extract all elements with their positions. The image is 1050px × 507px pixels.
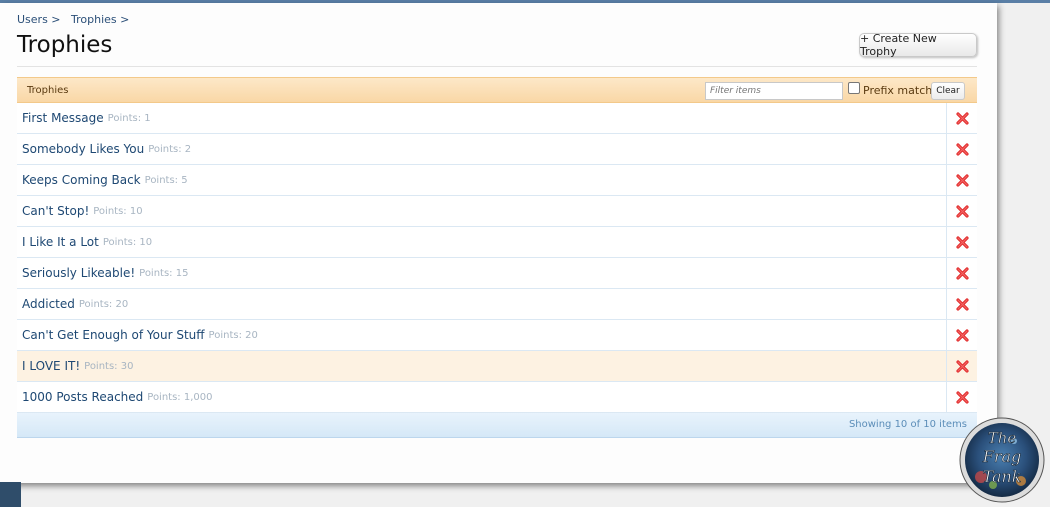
trophy-item[interactable]: 1000 Posts Reached Points: 1,000 [17,382,946,412]
trophy-row: I LOVE IT! Points: 30 [17,351,977,382]
trophy-points: Points: 15 [139,267,189,279]
trophy-item[interactable]: Somebody Likes You Points: 2 [17,134,946,164]
trophy-row: Can't Stop! Points: 10 [17,196,977,227]
trophy-points: Points: 2 [148,143,192,155]
trophy-name-link[interactable]: Can't Get Enough of Your Stuff [22,328,205,342]
trophy-item[interactable]: I LOVE IT! Points: 30 [17,351,946,381]
list-footer: Showing 10 of 10 items [17,413,977,438]
trophy-name-link[interactable]: Can't Stop! [22,204,89,218]
trophy-name-link[interactable]: Addicted [22,297,75,311]
trophy-item[interactable]: Keeps Coming Back Points: 5 [17,165,946,195]
trophy-row: Addicted Points: 20 [17,289,977,320]
trophy-item[interactable]: Addicted Points: 20 [17,289,946,319]
delete-icon[interactable] [955,204,969,218]
delete-cell[interactable] [946,227,977,257]
list-header-title: Trophies [27,85,69,96]
trophy-row: Somebody Likes You Points: 2 [17,134,977,165]
trophy-name-link[interactable]: I Like It a Lot [22,235,99,249]
list-header: Trophies Prefix match Clear [17,77,977,103]
delete-cell[interactable] [946,289,977,319]
delete-icon[interactable] [955,235,969,249]
trophy-name-link[interactable]: I LOVE IT! [22,359,80,373]
trophy-item[interactable]: Can't Stop! Points: 10 [17,196,946,226]
trophy-row: First Message Points: 1 [17,103,977,134]
logo-line-2: Frag [982,447,1022,466]
trophy-item[interactable]: I Like It a Lot Points: 10 [17,227,946,257]
trophy-name-link[interactable]: Seriously Likeable! [22,266,135,280]
trophy-rows: First Message Points: 1 Somebody Likes Y… [17,103,977,413]
delete-cell[interactable] [946,320,977,350]
breadcrumb-users-link[interactable]: Users > [17,13,61,26]
trophy-points: Points: 1,000 [147,391,213,403]
page-title: Trophies [17,32,113,58]
trophy-row: Seriously Likeable! Points: 15 [17,258,977,289]
create-new-trophy-button[interactable]: + Create New Trophy [859,32,977,58]
trophy-name-link[interactable]: Somebody Likes You [22,142,144,156]
trophy-item[interactable]: Can't Get Enough of Your Stuff Points: 2… [17,320,946,350]
delete-cell[interactable] [946,165,977,195]
trophy-name-link[interactable]: First Message [22,111,104,125]
delete-cell[interactable] [946,103,977,133]
trophy-name-link[interactable]: 1000 Posts Reached [22,390,143,404]
filter-input[interactable] [705,82,843,100]
delete-cell[interactable] [946,382,977,412]
breadcrumb-trophies-link[interactable]: Trophies > [71,13,129,26]
trophy-points: Points: 20 [208,329,258,341]
trophy-row: Can't Get Enough of Your Stuff Points: 2… [17,320,977,351]
title-divider [17,66,977,67]
delete-icon[interactable] [955,111,969,125]
delete-cell[interactable] [946,196,977,226]
breadcrumb: Users > Trophies > [17,13,136,26]
trophy-row: I Like It a Lot Points: 10 [17,227,977,258]
delete-icon[interactable] [955,266,969,280]
prefix-match-checkbox[interactable] [848,82,860,94]
logo-line-3: Tank [983,467,1022,486]
delete-icon[interactable] [955,142,969,156]
trophy-points: Points: 10 [102,236,153,248]
trophy-list: Trophies Prefix match Clear First Messag… [17,77,977,438]
delete-icon[interactable] [955,359,969,373]
trophy-points: Points: 1 [107,112,151,124]
trophy-name-link[interactable]: Keeps Coming Back [22,173,141,187]
trophy-points: Points: 30 [84,360,134,372]
delete-icon[interactable] [955,328,969,342]
trophy-row: Keeps Coming Back Points: 5 [17,165,977,196]
delete-cell[interactable] [946,351,977,381]
clear-filter-button[interactable]: Clear [931,82,965,100]
prefix-match-label: Prefix match [863,84,933,97]
the-frag-tank-logo: The Frag Tank [959,417,1045,503]
trophy-item[interactable]: First Message Points: 1 [17,103,946,133]
trophy-item[interactable]: Seriously Likeable! Points: 15 [17,258,946,288]
delete-cell[interactable] [946,134,977,164]
trophy-points: Points: 10 [93,205,143,217]
trophy-points: Points: 5 [144,174,188,186]
content-panel: Users > Trophies > Trophies + Create New… [0,3,997,483]
delete-cell[interactable] [946,258,977,288]
delete-icon[interactable] [955,173,969,187]
delete-icon[interactable] [955,297,969,311]
delete-icon[interactable] [955,390,969,404]
logo-line-1: The [988,429,1017,447]
trophy-points: Points: 20 [78,298,129,310]
item-count: Showing 10 of 10 items [848,419,967,430]
page-footer [0,500,1050,507]
trophy-row: 1000 Posts Reached Points: 1,000 [17,382,977,413]
